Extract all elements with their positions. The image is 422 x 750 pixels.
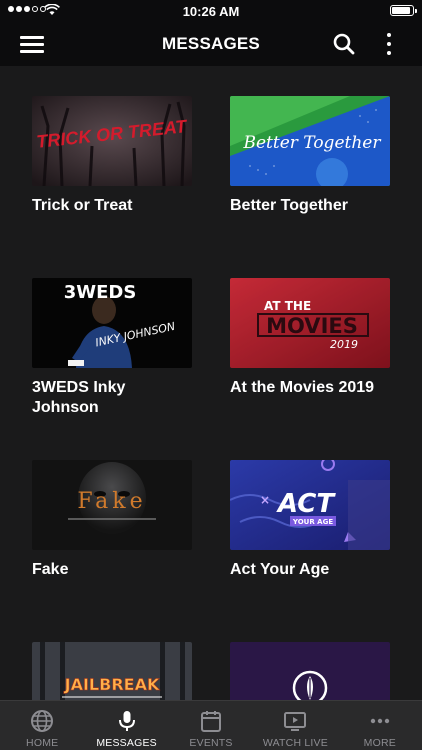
svg-text:×: × [260,493,270,507]
messages-grid: TRICK OR TREAT Trick or Treat Better Tog… [0,66,422,700]
message-thumbnail[interactable]: TRICK OR TREAT [32,96,192,186]
status-bar: 10:26 AM [0,0,422,22]
message-title[interactable]: Better Together [230,196,390,216]
message-card[interactable]: Fake Fake [32,460,192,580]
tab-more[interactable]: MORE [338,701,422,750]
thumbnail-title: Better Together [243,133,382,153]
message-card[interactable]: AT THE MOVIES 2019 At the Movies 2019 [230,278,390,398]
message-thumbnail[interactable] [230,642,390,700]
message-card[interactable]: 3WEDS INKY JOHNSON 3WEDS Inky Johnson [32,278,192,418]
vertical-dots-icon [387,33,391,37]
page-title: MESSAGES [162,34,260,53]
thumbnail-title: MOVIES [266,314,358,338]
thumbnail-title: JAILBREAK [64,675,160,694]
tab-events[interactable]: EVENTS [169,701,253,750]
message-title[interactable]: Trick or Treat [32,196,192,216]
message-title[interactable]: Fake [32,560,192,580]
thumbnail-title: Fake [77,489,146,514]
tab-messages[interactable]: MESSAGES [84,701,168,750]
message-title[interactable]: Act Your Age [230,560,390,580]
message-thumbnail[interactable]: Better Together [230,96,390,186]
thumbnail-title: ACT [276,489,336,519]
battery-icon [390,5,417,16]
search-button[interactable] [332,32,356,56]
message-card[interactable]: Better Together Better Together [230,96,390,216]
status-time: 10:26 AM [182,4,240,19]
thumbnail-title: 3WEDS [64,282,137,303]
tab-home[interactable]: HOME [0,701,84,750]
tab-label: MORE [363,737,396,749]
tab-label: MESSAGES [96,737,157,749]
globe-icon [31,710,54,732]
message-thumbnail[interactable]: × ACT YOUR AGE [230,460,390,550]
message-card[interactable]: TRICK OR TREAT Trick or Treat [32,96,192,216]
message-thumbnail[interactable]: 3WEDS INKY JOHNSON [32,278,192,368]
message-thumbnail[interactable]: Fake [32,460,192,550]
message-card[interactable] [230,642,390,700]
message-thumbnail[interactable]: AT THE MOVIES 2019 [230,278,390,368]
message-card[interactable]: × ACT YOUR AGE Act Your Age [230,460,390,580]
search-icon [333,33,355,55]
top-navigation-bar: MESSAGES [0,22,422,66]
message-thumbnail[interactable]: JAILBREAK [32,642,192,700]
tv-play-icon [284,712,307,731]
microphone-icon [118,711,135,731]
thumbnail-year: 2019 [330,338,358,351]
message-card[interactable]: JAILBREAK [32,642,192,700]
tab-label: EVENTS [189,737,233,749]
more-dots-icon [370,718,390,724]
tab-label: HOME [26,737,59,749]
tab-label: WATCH LIVE [262,737,328,749]
message-title[interactable]: At the Movies 2019 [230,378,390,398]
thumbnail-line1: AT THE [264,299,311,313]
message-title[interactable]: 3WEDS Inky Johnson [32,378,192,418]
calendar-icon [201,711,222,732]
tab-watch-live[interactable]: WATCH LIVE [253,701,337,750]
overflow-menu-button[interactable] [380,31,398,57]
bottom-tab-bar: HOME MESSAGES EVENTS WATCH LIVE MORE [0,700,422,750]
thumbnail-subtitle: YOUR AGE [292,518,333,526]
